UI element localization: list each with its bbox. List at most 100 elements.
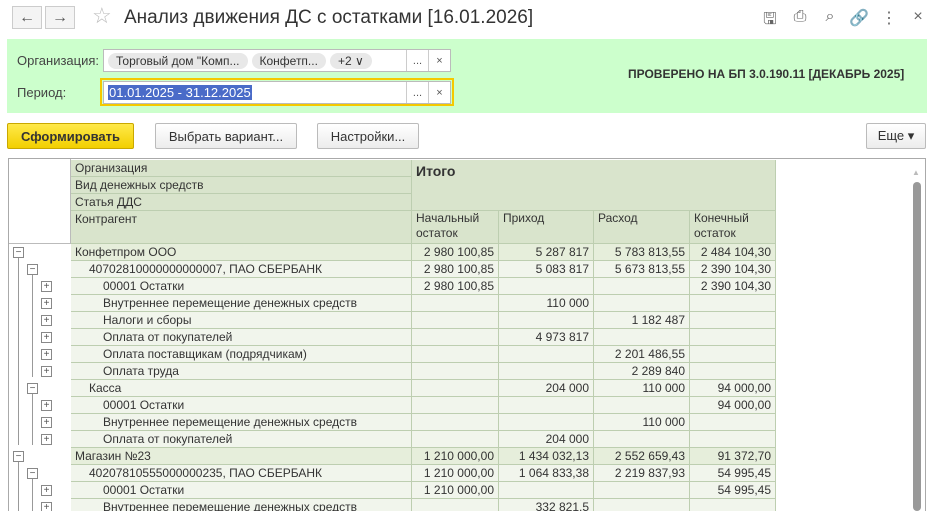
expand-icon[interactable]: + — [41, 349, 52, 360]
expand-icon[interactable]: + — [41, 298, 52, 309]
row-value: 94 000,00 — [690, 380, 776, 397]
row-value: 5 673 813,55 — [594, 261, 690, 278]
period-field[interactable]: 01.01.2025 - 31.12.2025 ... × — [103, 81, 451, 104]
row-value: 332 821,5 — [499, 499, 594, 511]
more-menu-icon[interactable]: ⋮ — [879, 8, 899, 28]
org-chip[interactable]: Конфетп... — [251, 52, 326, 69]
row-label: Магазин №23 — [71, 448, 412, 465]
row-label: Оплата поставщикам (подрядчикам) — [71, 346, 412, 363]
choose-variant-button[interactable]: Выбрать вариант... — [155, 123, 297, 149]
row-label: 00001 Остатки — [71, 482, 412, 499]
row-value: 1 182 487 — [594, 312, 690, 329]
row-value — [499, 414, 594, 431]
row-value — [412, 380, 499, 397]
collapse-icon[interactable]: − — [13, 247, 24, 258]
row-value — [499, 363, 594, 380]
row-value — [412, 312, 499, 329]
expand-icon[interactable]: + — [41, 434, 52, 445]
row-value: 2 219 837,93 — [594, 465, 690, 482]
generate-button[interactable]: Сформировать — [7, 123, 134, 149]
collapse-icon[interactable]: − — [27, 383, 38, 394]
row-value: 54 995,45 — [690, 465, 776, 482]
org-chip[interactable]: Торговый дом "Комп... — [108, 52, 248, 69]
org-field[interactable]: Торговый дом "Комп... Конфетп... +2 ∨ ..… — [103, 49, 451, 72]
row-value: 4 973 817 — [499, 329, 594, 346]
row-value — [594, 329, 690, 346]
row-value: 5 083 817 — [499, 261, 594, 278]
row-value — [690, 329, 776, 346]
row-value — [690, 499, 776, 511]
row-label: Налоги и сборы — [71, 312, 412, 329]
row-value — [594, 397, 690, 414]
version-notice: ПРОВЕРЕНО НА БП 3.0.190.11 [ДЕКАБРЬ 2025… — [628, 67, 905, 81]
row-value — [690, 414, 776, 431]
group-header: Контрагент — [71, 211, 412, 244]
collapse-icon[interactable]: − — [27, 264, 38, 275]
row-value: 2 484 104,30 — [690, 244, 776, 261]
expand-icon[interactable]: + — [41, 502, 52, 511]
row-value — [499, 346, 594, 363]
row-value — [412, 363, 499, 380]
collapse-icon[interactable]: − — [27, 468, 38, 479]
row-value — [412, 414, 499, 431]
report-table: Организация Вид денежных средств Статья ДД… — [8, 158, 926, 511]
row-value: 1 434 032,13 — [499, 448, 594, 465]
window-title: Анализ движения ДС с остатками [16.01.20… — [124, 7, 534, 28]
row-value — [690, 431, 776, 448]
expand-icon[interactable]: + — [41, 281, 52, 292]
row-value — [690, 346, 776, 363]
expand-icon[interactable]: + — [41, 417, 52, 428]
column-header: Расход — [594, 211, 690, 244]
period-input[interactable]: 01.01.2025 - 31.12.2025 — [108, 85, 252, 100]
row-value: 204 000 — [499, 380, 594, 397]
link-icon[interactable]: 🔗 — [849, 8, 869, 28]
group-header: Организация — [71, 160, 412, 177]
favorite-star-icon[interactable]: ☆ — [92, 3, 112, 29]
forward-button[interactable]: → — [45, 6, 75, 29]
row-value: 91 372,70 — [690, 448, 776, 465]
org-clear-button[interactable]: × — [428, 50, 450, 71]
row-value — [690, 363, 776, 380]
preview-icon[interactable]: ⌕ — [820, 8, 840, 26]
collapse-icon[interactable]: − — [13, 451, 24, 462]
row-value — [594, 482, 690, 499]
row-value: 1 210 000,00 — [412, 465, 499, 482]
expand-icon[interactable]: + — [41, 485, 52, 496]
row-value — [594, 431, 690, 448]
column-header: Конечный остаток — [690, 211, 776, 244]
org-chip-more[interactable]: +2 ∨ — [329, 52, 372, 69]
print-icon[interactable]: ⎙ — [790, 8, 810, 26]
row-value: 94 000,00 — [690, 397, 776, 414]
row-value: 5 287 817 — [499, 244, 594, 261]
row-value — [499, 397, 594, 414]
save-icon[interactable]: 🖫 — [760, 8, 780, 35]
settings-button[interactable]: Настройки... — [317, 123, 419, 149]
row-value: 2 201 486,55 — [594, 346, 690, 363]
more-button[interactable]: Еще ▾ — [866, 123, 926, 149]
row-label: Оплата от покупателей — [71, 329, 412, 346]
row-value — [594, 499, 690, 511]
column-header: Приход — [499, 211, 594, 244]
row-value: 5 783 813,55 — [594, 244, 690, 261]
expand-icon[interactable]: + — [41, 400, 52, 411]
group-header: Статья ДДС — [71, 194, 412, 211]
row-value: 2 980 100,85 — [412, 261, 499, 278]
row-value: 1 210 000,00 — [412, 448, 499, 465]
scroll-up-icon[interactable]: ▲ — [912, 168, 920, 177]
period-clear-button[interactable]: × — [428, 82, 450, 103]
column-header: Начальный остаток — [412, 211, 499, 244]
vertical-scrollbar[interactable] — [913, 182, 921, 511]
period-select-button[interactable]: ... — [406, 82, 428, 103]
expand-icon[interactable]: + — [41, 366, 52, 377]
total-header: Итого — [412, 160, 776, 211]
back-button[interactable]: ← — [12, 6, 42, 29]
row-label: Оплата труда — [71, 363, 412, 380]
row-value: 2 552 659,43 — [594, 448, 690, 465]
close-icon[interactable]: × — [908, 8, 928, 26]
expand-icon[interactable]: + — [41, 332, 52, 343]
row-value — [412, 346, 499, 363]
expand-icon[interactable]: + — [41, 315, 52, 326]
org-select-button[interactable]: ... — [406, 50, 428, 71]
row-value: 110 000 — [499, 295, 594, 312]
row-value — [412, 397, 499, 414]
